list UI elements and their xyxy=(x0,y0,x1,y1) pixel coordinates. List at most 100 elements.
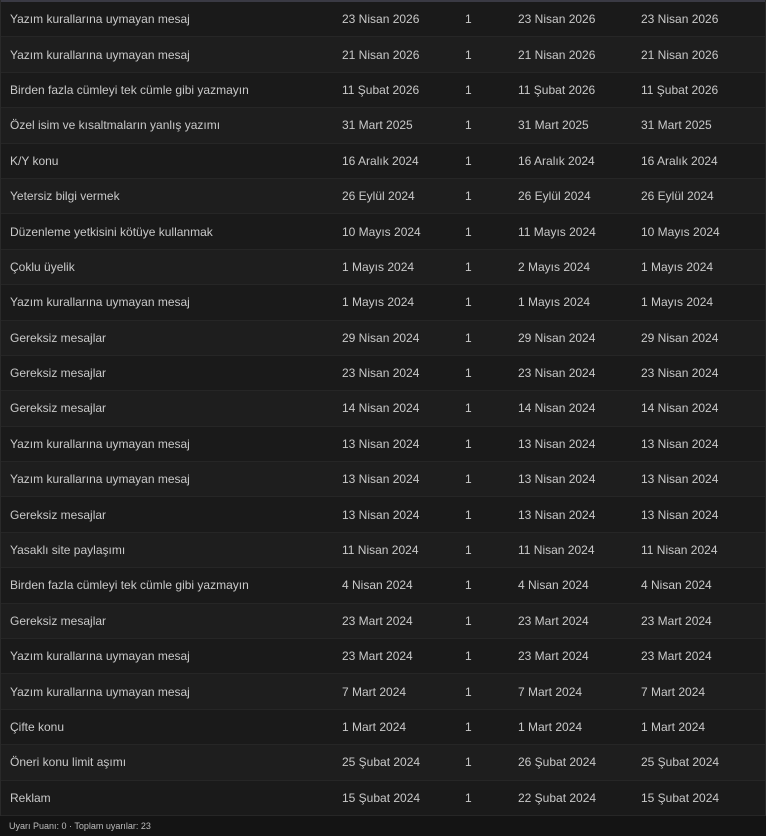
warning-date: 16 Aralık 2024 xyxy=(342,143,465,179)
warning-expiry: 14 Nisan 2024 xyxy=(518,390,641,427)
warning-end-date: 25 Şubat 2024 xyxy=(641,744,766,781)
warning-reason: Gereksiz mesajlar xyxy=(0,496,342,533)
warning-points: 1 xyxy=(465,72,518,109)
warning-reason: Yazım kurallarına uymayan mesaj xyxy=(0,2,342,38)
table-row[interactable]: Yasaklı site paylaşımı 11 Nisan 2024 1 11 N… xyxy=(0,532,766,569)
warning-expiry: 11 Şubat 2026 xyxy=(518,72,641,109)
warning-reason: Yazım kurallarına uymayan mesaj xyxy=(0,426,342,463)
warning-end-date: 23 Mart 2024 xyxy=(641,638,766,675)
warning-date: 1 Mart 2024 xyxy=(342,709,465,746)
warning-date: 4 Nisan 2024 xyxy=(342,567,465,604)
table-row[interactable]: Çifte konu 1 Mart 2024 1 1 Mart 2024 1 Mart … xyxy=(0,709,766,746)
warnings-table: Yazım kurallarına uymayan mesaj 23 Nisan … xyxy=(0,2,766,816)
warning-end-date: 13 Nisan 2024 xyxy=(641,426,766,463)
warning-date: 10 Mayıs 2024 xyxy=(342,213,465,250)
warning-end-date: 23 Mart 2024 xyxy=(641,603,766,640)
warning-end-date: 1 Mayıs 2024 xyxy=(641,284,766,321)
warning-expiry: 7 Mart 2024 xyxy=(518,673,641,710)
warning-points: 1 xyxy=(465,36,518,73)
warning-end-date: 1 Mayıs 2024 xyxy=(641,249,766,286)
warning-expiry: 13 Nisan 2024 xyxy=(518,426,641,463)
warning-reason: Düzenleme yetkisini kötüye kullanmak xyxy=(0,213,342,250)
warning-reason: Yazım kurallarına uymayan mesaj xyxy=(0,673,342,710)
warning-points: 1 xyxy=(465,390,518,427)
table-row[interactable]: Öneri konu limit aşımı 25 Şubat 2024 1 26 Ş… xyxy=(0,744,766,781)
table-row[interactable]: Çoklu üyelik 1 Mayıs 2024 1 2 Mayıs 2024 1 M… xyxy=(0,249,766,286)
warning-end-date: 29 Nisan 2024 xyxy=(641,320,766,356)
warning-expiry: 31 Mart 2025 xyxy=(518,107,641,144)
table-row[interactable]: Yazım kurallarına uymayan mesaj 21 Nisan … xyxy=(0,36,766,73)
warning-date: 13 Nisan 2024 xyxy=(342,496,465,533)
warning-points: 1 xyxy=(465,461,518,498)
table-row[interactable]: Yazım kurallarına uymayan mesaj 7 Mart 20… xyxy=(0,673,766,710)
table-row[interactable]: Gereksiz mesajlar 23 Nisan 2024 1 23 Nisan … xyxy=(0,355,766,392)
table-row[interactable]: K/Y konu 16 Aralık 2024 1 16 Aralık 2024 16 … xyxy=(0,143,766,179)
warning-date: 29 Nisan 2024 xyxy=(342,320,465,356)
warning-expiry: 21 Nisan 2026 xyxy=(518,36,641,73)
warning-expiry: 23 Mart 2024 xyxy=(518,638,641,675)
warning-expiry: 26 Eylül 2024 xyxy=(518,178,641,215)
warning-points: 1 xyxy=(465,638,518,675)
warning-reason: Çifte konu xyxy=(0,709,342,746)
warning-date: 11 Şubat 2026 xyxy=(342,72,465,109)
warning-reason: Gereksiz mesajlar xyxy=(0,355,342,392)
table-row[interactable]: Yazım kurallarına uymayan mesaj 13 Nisan … xyxy=(0,426,766,463)
warning-date: 31 Mart 2025 xyxy=(342,107,465,144)
warning-reason: Birden fazla cümleyi tek cümle gibi yazm… xyxy=(0,567,342,604)
warning-end-date: 4 Nisan 2024 xyxy=(641,567,766,604)
warning-reason: Birden fazla cümleyi tek cümle gibi yazm… xyxy=(0,72,342,109)
table-row[interactable]: Yazım kurallarına uymayan mesaj 13 Nisan … xyxy=(0,461,766,498)
warning-points: 1 xyxy=(465,780,518,816)
warning-date: 11 Nisan 2024 xyxy=(342,532,465,569)
warning-end-date: 13 Nisan 2024 xyxy=(641,461,766,498)
warning-reason: Öneri konu limit aşımı xyxy=(0,744,342,781)
warning-end-date: 21 Nisan 2026 xyxy=(641,36,766,73)
table-row[interactable]: Gereksiz mesajlar 23 Mart 2024 1 23 Mart 20… xyxy=(0,603,766,640)
warning-expiry: 16 Aralık 2024 xyxy=(518,143,641,179)
table-row[interactable]: Reklam 15 Şubat 2024 1 22 Şubat 2024 15 Şuba… xyxy=(0,780,766,816)
warnings-list: Yazım kurallarına uymayan mesaj 23 Nisan … xyxy=(0,2,766,816)
warning-date: 1 Mayıs 2024 xyxy=(342,249,465,286)
warning-points: 1 xyxy=(465,709,518,746)
warning-points: 1 xyxy=(465,426,518,463)
table-row[interactable]: Yetersiz bilgi vermek 26 Eylül 2024 1 26 Ey… xyxy=(0,178,766,215)
table-row[interactable]: Yazım kurallarına uymayan mesaj 23 Nisan … xyxy=(0,2,766,38)
warning-points: 1 xyxy=(465,355,518,392)
warnings-summary: Uyarı Puanı: 0 · Toplam uyarılar: 23 xyxy=(0,817,766,836)
warning-date: 25 Şubat 2024 xyxy=(342,744,465,781)
left-border xyxy=(0,0,1,816)
warning-reason: Yetersiz bilgi vermek xyxy=(0,178,342,215)
warning-reason: Yazım kurallarına uymayan mesaj xyxy=(0,284,342,321)
warning-reason: Gereksiz mesajlar xyxy=(0,390,342,427)
warning-expiry: 11 Mayıs 2024 xyxy=(518,213,641,250)
warning-expiry: 13 Nisan 2024 xyxy=(518,496,641,533)
warning-points: 1 xyxy=(465,673,518,710)
table-row[interactable]: Gereksiz mesajlar 14 Nisan 2024 1 14 Nisan … xyxy=(0,390,766,427)
warning-end-date: 15 Şubat 2024 xyxy=(641,780,766,816)
warning-end-date: 14 Nisan 2024 xyxy=(641,390,766,427)
warnings-table-body: Yazım kurallarına uymayan mesaj 23 Nisan … xyxy=(0,2,766,816)
warning-points: 1 xyxy=(465,178,518,215)
warning-reason: Yazım kurallarına uymayan mesaj xyxy=(0,461,342,498)
warning-expiry: 11 Nisan 2024 xyxy=(518,532,641,569)
warning-end-date: 16 Aralık 2024 xyxy=(641,143,766,179)
warning-reason: Gereksiz mesajlar xyxy=(0,603,342,640)
warning-date: 1 Mayıs 2024 xyxy=(342,284,465,321)
table-row[interactable]: Gereksiz mesajlar 29 Nisan 2024 1 29 Nisan … xyxy=(0,320,766,356)
warning-expiry: 23 Mart 2024 xyxy=(518,603,641,640)
warning-reason: Özel isim ve kısaltmaların yanlış yazımı xyxy=(0,107,342,144)
table-row[interactable]: Birden fazla cümleyi tek cümle gibi yazm… xyxy=(0,567,766,604)
table-row[interactable]: Gereksiz mesajlar 13 Nisan 2024 1 13 Nisan … xyxy=(0,496,766,533)
warning-date: 7 Mart 2024 xyxy=(342,673,465,710)
warning-end-date: 1 Mart 2024 xyxy=(641,709,766,746)
warning-points: 1 xyxy=(465,143,518,179)
table-row[interactable]: Yazım kurallarına uymayan mesaj 23 Mart 2… xyxy=(0,638,766,675)
table-row[interactable]: Özel isim ve kısaltmaların yanlış yazımı… xyxy=(0,107,766,144)
warning-end-date: 11 Şubat 2026 xyxy=(641,72,766,109)
table-row[interactable]: Düzenleme yetkisini kötüye kullanmak 10 M… xyxy=(0,213,766,250)
table-row[interactable]: Birden fazla cümleyi tek cümle gibi yazm… xyxy=(0,72,766,109)
warning-points: 1 xyxy=(465,284,518,321)
warning-reason: Gereksiz mesajlar xyxy=(0,320,342,356)
table-row[interactable]: Yazım kurallarına uymayan mesaj 1 Mayıs 2… xyxy=(0,284,766,321)
warning-points: 1 xyxy=(465,107,518,144)
